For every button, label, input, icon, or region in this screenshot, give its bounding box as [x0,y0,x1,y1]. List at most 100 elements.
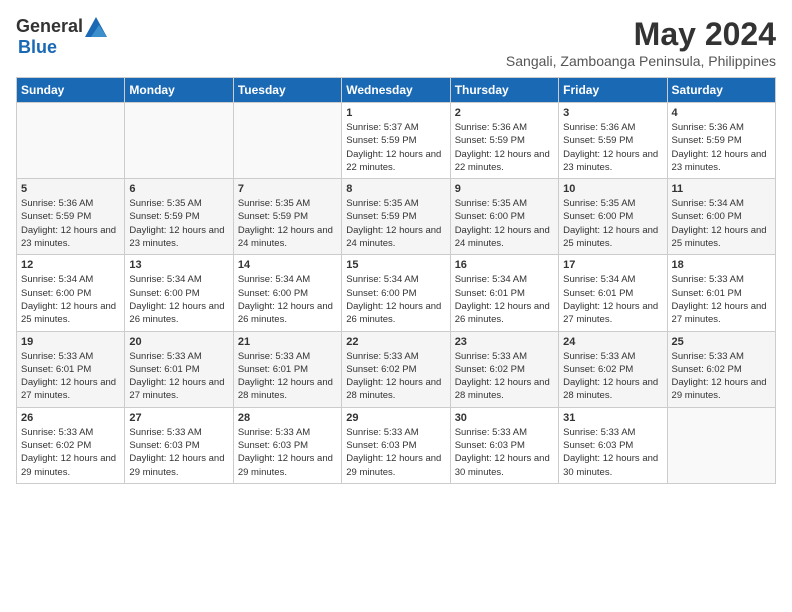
calendar-cell: 14 Sunrise: 5:34 AM Sunset: 6:00 PM Dayl… [233,255,341,331]
sunset-text: Sunset: 5:59 PM [238,211,308,222]
day-info: Sunrise: 5:36 AM Sunset: 5:59 PM Dayligh… [455,121,554,174]
day-info: Sunrise: 5:35 AM Sunset: 5:59 PM Dayligh… [238,197,337,250]
sunset-text: Sunset: 6:02 PM [455,364,525,375]
day-of-week-header: Tuesday [233,78,341,103]
calendar-cell [233,103,341,179]
page-header: General Blue May 2024 Sangali, Zamboanga… [16,16,776,69]
day-info: Sunrise: 5:36 AM Sunset: 5:59 PM Dayligh… [21,197,120,250]
day-info: Sunrise: 5:34 AM Sunset: 6:00 PM Dayligh… [129,273,228,326]
sunrise-text: Sunrise: 5:36 AM [21,198,93,209]
calendar-cell: 7 Sunrise: 5:35 AM Sunset: 5:59 PM Dayli… [233,179,341,255]
sunset-text: Sunset: 6:03 PM [563,440,633,451]
sunset-text: Sunset: 6:03 PM [129,440,199,451]
sunset-text: Sunset: 5:59 PM [21,211,91,222]
day-info: Sunrise: 5:35 AM Sunset: 6:00 PM Dayligh… [455,197,554,250]
sunrise-text: Sunrise: 5:37 AM [346,122,418,133]
sunset-text: Sunset: 5:59 PM [346,211,416,222]
sunrise-text: Sunrise: 5:35 AM [563,198,635,209]
sunrise-text: Sunrise: 5:35 AM [346,198,418,209]
calendar-cell [17,103,125,179]
daylight-text: Daylight: 12 hours and 23 minutes. [129,225,224,249]
daylight-text: Daylight: 12 hours and 23 minutes. [672,149,767,173]
daylight-text: Daylight: 12 hours and 26 minutes. [346,301,441,325]
sunset-text: Sunset: 6:02 PM [672,364,742,375]
daylight-text: Daylight: 12 hours and 25 minutes. [563,225,658,249]
calendar-week-row: 1 Sunrise: 5:37 AM Sunset: 5:59 PM Dayli… [17,103,776,179]
day-number: 31 [563,412,662,424]
calendar-cell: 20 Sunrise: 5:33 AM Sunset: 6:01 PM Dayl… [125,331,233,407]
day-number: 4 [672,107,771,119]
daylight-text: Daylight: 12 hours and 27 minutes. [129,377,224,401]
calendar-cell: 28 Sunrise: 5:33 AM Sunset: 6:03 PM Dayl… [233,407,341,483]
sunset-text: Sunset: 6:03 PM [455,440,525,451]
sunrise-text: Sunrise: 5:33 AM [129,427,201,438]
daylight-text: Daylight: 12 hours and 30 minutes. [563,453,658,477]
calendar-cell: 15 Sunrise: 5:34 AM Sunset: 6:00 PM Dayl… [342,255,450,331]
day-of-week-header: Saturday [667,78,775,103]
sunrise-text: Sunrise: 5:34 AM [238,274,310,285]
daylight-text: Daylight: 12 hours and 29 minutes. [129,453,224,477]
day-of-week-header: Monday [125,78,233,103]
calendar-week-row: 19 Sunrise: 5:33 AM Sunset: 6:01 PM Dayl… [17,331,776,407]
daylight-text: Daylight: 12 hours and 30 minutes. [455,453,550,477]
sunset-text: Sunset: 6:02 PM [563,364,633,375]
calendar-cell: 2 Sunrise: 5:36 AM Sunset: 5:59 PM Dayli… [450,103,558,179]
sunrise-text: Sunrise: 5:34 AM [455,274,527,285]
day-info: Sunrise: 5:34 AM Sunset: 6:01 PM Dayligh… [455,273,554,326]
calendar-cell: 12 Sunrise: 5:34 AM Sunset: 6:00 PM Dayl… [17,255,125,331]
sunrise-text: Sunrise: 5:36 AM [672,122,744,133]
day-number: 30 [455,412,554,424]
day-number: 15 [346,259,445,271]
sunrise-text: Sunrise: 5:33 AM [563,351,635,362]
sunset-text: Sunset: 6:01 PM [238,364,308,375]
calendar-cell: 19 Sunrise: 5:33 AM Sunset: 6:01 PM Dayl… [17,331,125,407]
day-number: 16 [455,259,554,271]
sunrise-text: Sunrise: 5:33 AM [346,427,418,438]
day-info: Sunrise: 5:33 AM Sunset: 6:01 PM Dayligh… [129,350,228,403]
calendar-cell: 26 Sunrise: 5:33 AM Sunset: 6:02 PM Dayl… [17,407,125,483]
sunset-text: Sunset: 6:01 PM [563,288,633,299]
sunrise-text: Sunrise: 5:33 AM [238,351,310,362]
location-subtitle: Sangali, Zamboanga Peninsula, Philippine… [506,53,776,69]
daylight-text: Daylight: 12 hours and 27 minutes. [672,301,767,325]
day-of-week-header: Sunday [17,78,125,103]
day-info: Sunrise: 5:33 AM Sunset: 6:02 PM Dayligh… [672,350,771,403]
day-number: 29 [346,412,445,424]
sunset-text: Sunset: 6:01 PM [21,364,91,375]
calendar-cell: 16 Sunrise: 5:34 AM Sunset: 6:01 PM Dayl… [450,255,558,331]
sunset-text: Sunset: 6:02 PM [21,440,91,451]
day-number: 3 [563,107,662,119]
day-info: Sunrise: 5:33 AM Sunset: 6:03 PM Dayligh… [455,426,554,479]
calendar-cell: 24 Sunrise: 5:33 AM Sunset: 6:02 PM Dayl… [559,331,667,407]
sunrise-text: Sunrise: 5:33 AM [238,427,310,438]
day-info: Sunrise: 5:36 AM Sunset: 5:59 PM Dayligh… [563,121,662,174]
day-info: Sunrise: 5:33 AM Sunset: 6:03 PM Dayligh… [346,426,445,479]
day-info: Sunrise: 5:35 AM Sunset: 5:59 PM Dayligh… [346,197,445,250]
sunrise-text: Sunrise: 5:33 AM [129,351,201,362]
sunset-text: Sunset: 5:59 PM [672,135,742,146]
calendar-cell: 5 Sunrise: 5:36 AM Sunset: 5:59 PM Dayli… [17,179,125,255]
daylight-text: Daylight: 12 hours and 28 minutes. [238,377,333,401]
sunrise-text: Sunrise: 5:35 AM [238,198,310,209]
day-info: Sunrise: 5:34 AM Sunset: 6:00 PM Dayligh… [21,273,120,326]
daylight-text: Daylight: 12 hours and 27 minutes. [563,301,658,325]
day-number: 23 [455,336,554,348]
day-number: 17 [563,259,662,271]
day-number: 28 [238,412,337,424]
sunrise-text: Sunrise: 5:33 AM [563,427,635,438]
calendar-cell: 6 Sunrise: 5:35 AM Sunset: 5:59 PM Dayli… [125,179,233,255]
daylight-text: Daylight: 12 hours and 24 minutes. [346,225,441,249]
day-number: 19 [21,336,120,348]
day-info: Sunrise: 5:37 AM Sunset: 5:59 PM Dayligh… [346,121,445,174]
day-of-week-header: Wednesday [342,78,450,103]
day-number: 1 [346,107,445,119]
logo: General Blue [16,16,107,58]
calendar-week-row: 5 Sunrise: 5:36 AM Sunset: 5:59 PM Dayli… [17,179,776,255]
day-info: Sunrise: 5:36 AM Sunset: 5:59 PM Dayligh… [672,121,771,174]
sunset-text: Sunset: 6:01 PM [672,288,742,299]
daylight-text: Daylight: 12 hours and 28 minutes. [563,377,658,401]
daylight-text: Daylight: 12 hours and 29 minutes. [672,377,767,401]
day-info: Sunrise: 5:33 AM Sunset: 6:02 PM Dayligh… [346,350,445,403]
sunrise-text: Sunrise: 5:33 AM [21,427,93,438]
calendar-cell: 31 Sunrise: 5:33 AM Sunset: 6:03 PM Dayl… [559,407,667,483]
